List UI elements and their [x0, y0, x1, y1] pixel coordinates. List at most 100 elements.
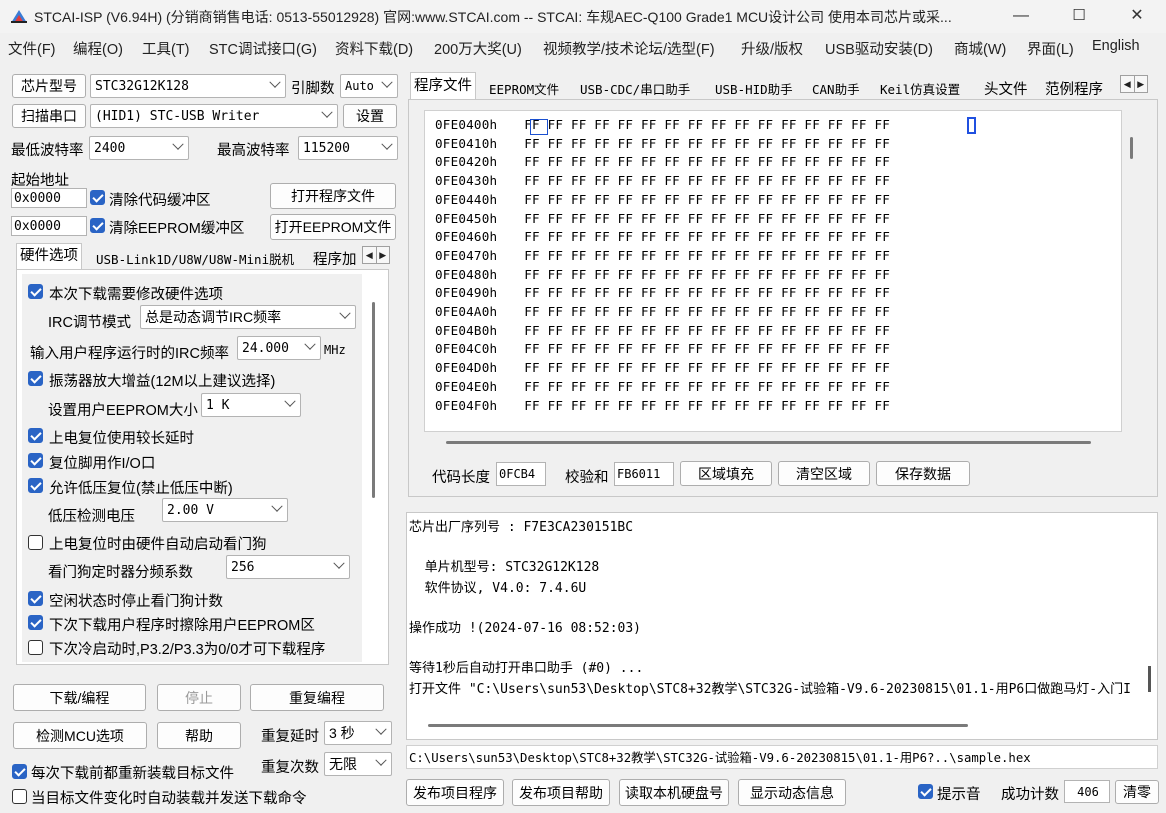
hex-address: 0FE0450h	[435, 210, 498, 226]
hex-vscrollbar[interactable]	[1130, 137, 1133, 159]
wdt-div-select[interactable]: 256	[226, 555, 350, 579]
menu-downloads[interactable]: 资料下载(D)	[335, 38, 413, 59]
eeprom-size-select[interactable]: 1 K	[201, 393, 301, 417]
log-line: 打开文件 "C:\Users\sun53\Desktop\STC8+32教学\S…	[409, 681, 1131, 697]
osc-gain-checkbox[interactable]	[28, 371, 43, 386]
hex-bytes: FF FF FF FF FF FF FF FF FF FF FF FF FF F…	[524, 397, 891, 413]
chip-type-button[interactable]: 芯片型号	[12, 74, 86, 98]
hex-view[interactable]: 0FE0400h FF FF FF FF FF FF FF FF FF FF FF…	[424, 110, 1122, 432]
idle-wdt-checkbox[interactable]	[28, 591, 43, 606]
clear-area-button[interactable]: 清空区域	[778, 461, 870, 486]
chevron-down-icon	[375, 723, 387, 735]
chip-type-select[interactable]: STC32G12K128	[90, 74, 286, 98]
publish-project-button[interactable]: 发布项目程序	[406, 779, 504, 806]
irc-freq-select[interactable]: 24.000	[237, 336, 321, 360]
download-button[interactable]: 下载/编程	[13, 684, 146, 711]
eeprom-address-input[interactable]: 0x0000	[11, 216, 87, 236]
menu-usb-driver[interactable]: USB驱动安装(D)	[825, 38, 933, 59]
clear-eeprom-checkbox[interactable]	[90, 218, 105, 233]
fill-area-button[interactable]: 区域填充	[680, 461, 772, 486]
lv-select[interactable]: 2.00 V	[162, 498, 288, 522]
irc-mode-label: IRC调节模式	[48, 315, 131, 331]
minimize-button[interactable]: —	[998, 0, 1044, 33]
menu-upgrade[interactable]: 升级/版权	[741, 38, 803, 59]
lvr-checkbox[interactable]	[28, 478, 43, 493]
menu-file[interactable]: 文件(F)	[8, 38, 56, 59]
tab-examples[interactable]: 范例程序	[1042, 78, 1106, 99]
wdt-auto-label: 上电复位时由硬件自动启动看门狗	[49, 537, 267, 553]
tab-usb-cdc[interactable]: USB-CDC/串口助手	[577, 79, 693, 98]
right-tab-scroller[interactable]: ◀ ▶	[1120, 75, 1148, 93]
chevron-down-icon	[381, 138, 393, 150]
log-hscrollbar[interactable]	[428, 724, 968, 727]
clear-code-checkbox[interactable]	[90, 190, 105, 205]
close-button[interactable]: ✕	[1114, 0, 1160, 33]
open-eeprom-button[interactable]: 打开EEPROM文件	[270, 214, 396, 240]
open-program-button[interactable]: 打开程序文件	[270, 183, 396, 209]
tab-header-files[interactable]: 头文件	[981, 78, 1031, 99]
irc-mode-value: 总是动态调节IRC频率	[145, 309, 282, 325]
tab-hardware-options[interactable]: 硬件选项	[16, 243, 82, 270]
hex-hscrollbar[interactable]	[446, 441, 1091, 444]
chevron-down-icon	[375, 754, 387, 766]
scan-port-button[interactable]: 扫描串口	[12, 104, 86, 128]
menu-prize[interactable]: 200万大奖(U)	[434, 38, 522, 59]
cold-boot-checkbox[interactable]	[28, 640, 43, 655]
settings-button[interactable]: 设置	[343, 104, 397, 128]
hex-bytes: FF FF FF FF FF FF FF FF FF FF FF FF FF F…	[524, 285, 891, 301]
beep-checkbox[interactable]	[918, 784, 933, 799]
arrow-right-icon[interactable]: ▶	[375, 247, 390, 263]
arrow-left-icon[interactable]: ◀	[363, 247, 376, 263]
tab-program-encrypt[interactable]: 程序加	[310, 248, 362, 269]
chevron-down-icon	[321, 106, 333, 118]
tab-can[interactable]: CAN助手	[809, 79, 863, 98]
tab-keil[interactable]: Keil仿真设置	[877, 79, 963, 98]
chip-type-value: STC32G12K128	[95, 78, 189, 94]
menu-video[interactable]: 视频教学/技术论坛/选型(F)	[543, 38, 715, 59]
erase-eeprom-checkbox[interactable]	[28, 615, 43, 630]
max-baud-select[interactable]: 115200	[298, 136, 398, 160]
menu-store[interactable]: 商城(W)	[954, 38, 1006, 59]
wdt-auto-checkbox[interactable]	[28, 535, 43, 550]
help-button[interactable]: 帮助	[157, 722, 241, 749]
lv-value: 2.00 V	[167, 502, 214, 518]
tab-eeprom-file[interactable]: EEPROM文件	[486, 79, 562, 98]
menu-english[interactable]: English	[1092, 38, 1140, 54]
long-delay-checkbox[interactable]	[28, 428, 43, 443]
reload-checkbox[interactable]	[12, 764, 27, 779]
log-vscrollbar[interactable]	[1148, 666, 1151, 692]
code-address-input[interactable]: 0x0000	[11, 188, 87, 208]
irc-mode-select[interactable]: 总是动态调节IRC频率	[140, 305, 356, 329]
repeat-count-select[interactable]: 无限	[324, 752, 392, 776]
arrow-right-icon[interactable]: ▶	[1133, 76, 1148, 92]
menu-tools[interactable]: 工具(T)	[142, 38, 190, 59]
check-mcu-button[interactable]: 检测MCU选项	[13, 722, 147, 749]
menu-program[interactable]: 编程(O)	[73, 38, 123, 59]
pins-select[interactable]: Auto	[340, 74, 398, 98]
arrow-left-icon[interactable]: ◀	[1121, 76, 1134, 92]
tab-usb-link[interactable]: USB-Link1D/U8W/U8W-Mini脱机	[93, 249, 297, 268]
options-scrollbar[interactable]	[372, 302, 375, 498]
auto-reload-checkbox[interactable]	[12, 789, 27, 804]
stop-button[interactable]: 停止	[157, 684, 241, 711]
log-output[interactable]: 芯片出厂序列号 : F7E3CA230151BC 单片机型号: STC32G12…	[406, 512, 1158, 740]
menu-debug-interface[interactable]: STC调试接口(G)	[209, 38, 317, 59]
tab-usb-hid[interactable]: USB-HID助手	[712, 79, 796, 98]
repeat-delay-select[interactable]: 3 秒	[324, 721, 392, 745]
reset-count-button[interactable]: 清零	[1115, 780, 1159, 804]
save-data-button[interactable]: 保存数据	[876, 461, 970, 486]
tab-program-file[interactable]: 程序文件	[410, 72, 476, 100]
menu-interface[interactable]: 界面(L)	[1027, 38, 1074, 59]
left-tab-scroller[interactable]: ◀ ▶	[362, 246, 390, 264]
code-length-value: 0FCB4	[496, 462, 546, 486]
publish-help-button[interactable]: 发布项目帮助	[512, 779, 610, 806]
port-select[interactable]: (HID1) STC-USB Writer	[90, 104, 338, 128]
show-dynamic-button[interactable]: 显示动态信息	[738, 779, 846, 806]
read-disk-button[interactable]: 读取本机硬盘号	[619, 779, 729, 806]
hex-address: 0FE0460h	[435, 229, 498, 245]
min-baud-select[interactable]: 2400	[89, 136, 189, 160]
maximize-button[interactable]: ☐	[1056, 0, 1102, 33]
reprogram-button[interactable]: 重复编程	[250, 684, 384, 711]
modify-hw-checkbox[interactable]	[28, 284, 43, 299]
reset-io-checkbox[interactable]	[28, 453, 43, 468]
